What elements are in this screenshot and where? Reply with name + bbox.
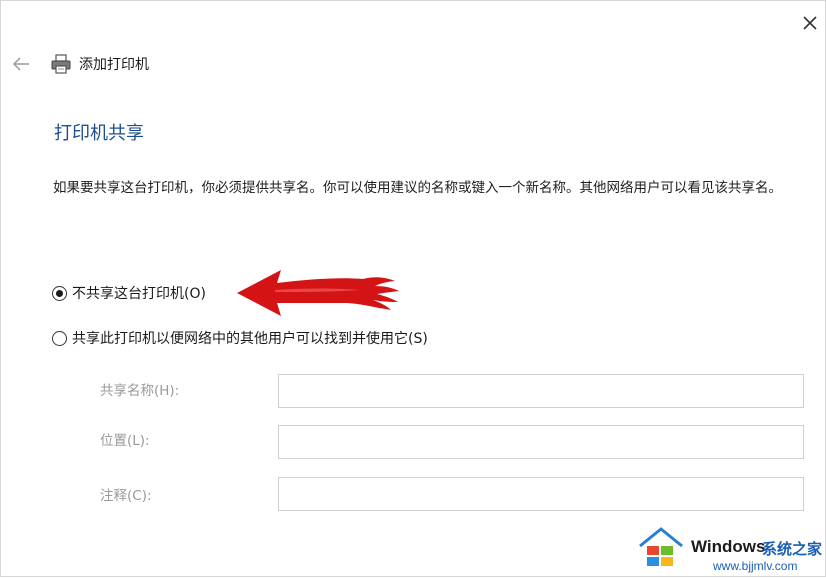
red-arrow-icon xyxy=(235,268,401,318)
radio-button-unchecked[interactable] xyxy=(52,330,67,346)
watermark-url: www.bjjmlv.com xyxy=(713,559,798,573)
description-text: 如果要共享这台打印机，你必须提供共享名。你可以使用建议的名称或键入一个新名称。其… xyxy=(53,180,782,196)
page-title: 打印机共享 xyxy=(54,123,144,144)
radio-option-no-share[interactable]: 不共享这台打印机(O) xyxy=(52,283,206,303)
location-input[interactable] xyxy=(278,425,804,459)
comment-label: 注释(C): xyxy=(100,488,152,504)
close-icon[interactable] xyxy=(797,10,823,36)
share-name-label: 共享名称(H): xyxy=(100,383,180,399)
radio-label-no-share: 不共享这台打印机(O) xyxy=(72,286,206,302)
windows-house-logo-icon xyxy=(638,526,684,570)
comment-input[interactable] xyxy=(278,477,804,511)
watermark-brand: Windows xyxy=(691,537,766,556)
window-title: 添加打印机 xyxy=(79,57,149,73)
location-label: 位置(L): xyxy=(100,433,150,449)
printer-icon xyxy=(50,53,72,75)
radio-button-checked[interactable] xyxy=(52,285,67,301)
radio-option-share[interactable]: 共享此打印机以便网络中的其他用户可以找到并使用它(S) xyxy=(52,328,428,348)
share-name-input[interactable] xyxy=(278,374,804,408)
add-printer-dialog: 添加打印机 打印机共享 如果要共享这台打印机，你必须提供共享名。你可以使用建议的… xyxy=(0,0,826,577)
radio-label-share: 共享此打印机以便网络中的其他用户可以找到并使用它(S) xyxy=(72,331,428,347)
watermark-site-name: 系统之家 xyxy=(762,540,823,558)
watermark: Windows 系统之家 www.bjjmlv.com xyxy=(635,523,826,578)
back-arrow-icon[interactable] xyxy=(10,55,32,73)
